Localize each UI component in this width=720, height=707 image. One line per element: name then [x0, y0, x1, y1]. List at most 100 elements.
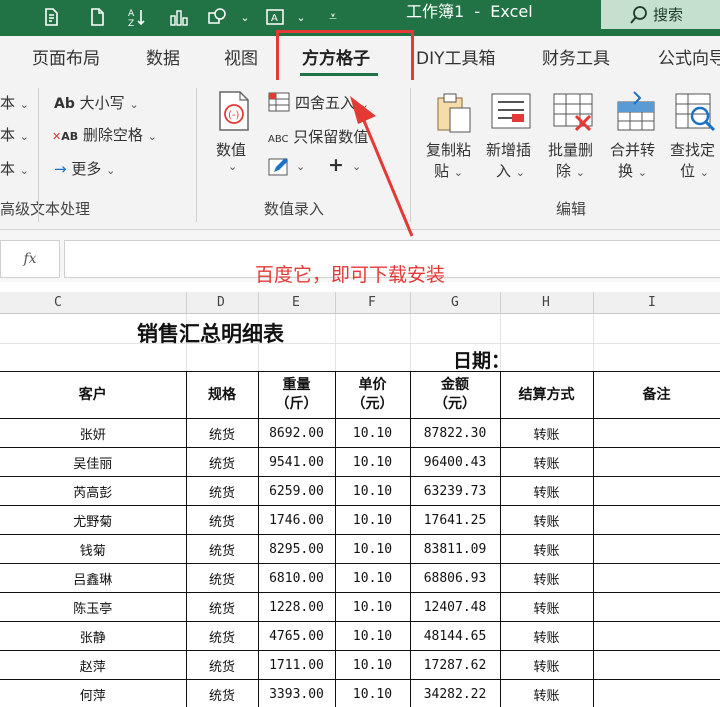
tab-formula-wizard[interactable]: 公式向导 [658, 44, 720, 69]
ribbon-item[interactable]: 本 ⌄ [0, 92, 29, 113]
table-cell[interactable]: 统货 [185, 534, 259, 564]
sort-az-icon[interactable]: AZ [126, 6, 148, 28]
numeric-button[interactable]: 数值 [216, 139, 246, 160]
header-cell[interactable]: 客户 [0, 371, 187, 419]
merge-convert-button[interactable]: 合并转 [610, 139, 655, 160]
table-cell[interactable]: 10.10 [334, 621, 411, 651]
new-doc-icon[interactable] [86, 6, 108, 28]
textbox-icon[interactable]: A [264, 6, 286, 28]
table-cell[interactable]: 转账 [499, 418, 594, 448]
header-cell[interactable]: 规格 [185, 371, 259, 419]
table-cell[interactable]: 统货 [185, 476, 259, 506]
table-cell[interactable]: 统货 [185, 621, 259, 651]
column-header[interactable]: D [217, 295, 225, 310]
table-cell[interactable] [592, 650, 720, 680]
chart-icon[interactable] [168, 6, 190, 28]
table-cell[interactable]: 8692.00 [257, 418, 336, 448]
table-cell[interactable]: 张静 [0, 621, 187, 651]
header-cell[interactable]: 重量 （斤） [257, 371, 336, 419]
table-cell[interactable]: 10.10 [334, 534, 411, 564]
table-cell[interactable]: 10.10 [334, 505, 411, 535]
copy-paste-button[interactable]: 复制粘 [426, 139, 471, 160]
table-cell[interactable]: 17641.25 [409, 505, 501, 535]
table-cell[interactable] [592, 505, 720, 535]
header-cell[interactable]: 单价 （元） [334, 371, 411, 419]
table-cell[interactable]: 尤野菊 [0, 505, 187, 535]
table-cell[interactable]: 12407.48 [409, 592, 501, 622]
column-header[interactable]: E [292, 295, 300, 310]
table-cell[interactable]: 83811.09 [409, 534, 501, 564]
table-cell[interactable]: 统货 [185, 592, 259, 622]
batch-delete-button-line2[interactable]: 除 ⌄ [556, 160, 585, 181]
table-cell[interactable]: 转账 [499, 650, 594, 680]
table-cell[interactable]: 统货 [185, 679, 259, 707]
table-cell[interactable] [592, 592, 720, 622]
copy-paste-button-line2[interactable]: 贴 ⌄ [434, 160, 463, 181]
table-cell[interactable]: 63239.73 [409, 476, 501, 506]
remove-space-button[interactable]: ✕AB 删除空格 ⌄ [52, 124, 157, 145]
table-cell[interactable]: 吴佳丽 [0, 447, 187, 477]
table-cell[interactable]: 钱菊 [0, 534, 187, 564]
header-cell[interactable]: 结算方式 [499, 371, 594, 419]
case-button[interactable]: Ab 大小写 ⌄ [54, 92, 139, 113]
table-cell[interactable] [592, 447, 720, 477]
fx-button[interactable]: fx [0, 240, 60, 278]
table-cell[interactable] [592, 418, 720, 448]
table-cell[interactable]: 统货 [185, 650, 259, 680]
table-cell[interactable]: 转账 [499, 679, 594, 707]
insert-button[interactable]: 新增插 [486, 139, 531, 160]
table-cell[interactable]: 10.10 [334, 650, 411, 680]
table-cell[interactable]: 4765.00 [257, 621, 336, 651]
table-cell[interactable]: 1228.00 [257, 592, 336, 622]
table-cell[interactable]: 张妍 [0, 418, 187, 448]
table-cell[interactable]: 10.10 [334, 679, 411, 707]
table-cell[interactable] [592, 621, 720, 651]
table-cell[interactable]: 统货 [185, 447, 259, 477]
tab-data[interactable]: 数据 [146, 44, 180, 69]
table-cell[interactable]: 8295.00 [257, 534, 336, 564]
table-cell[interactable]: 96400.43 [409, 447, 501, 477]
header-cell[interactable]: 金额 （元） [409, 371, 501, 419]
table-cell[interactable]: 芮高彭 [0, 476, 187, 506]
find-locate-button[interactable]: 查找定 [670, 139, 715, 160]
table-cell[interactable]: 转账 [499, 534, 594, 564]
table-cell[interactable]: 转账 [499, 447, 594, 477]
tab-diy-toolbox[interactable]: DIY工具箱 [416, 44, 496, 69]
table-cell[interactable]: 34282.22 [409, 679, 501, 707]
shapes-icon[interactable] [206, 6, 228, 28]
more-icon[interactable]: ⩡ [322, 6, 344, 28]
insert-button-line2[interactable]: 入 ⌄ [496, 160, 525, 181]
table-cell[interactable]: 1711.00 [257, 650, 336, 680]
table-cell[interactable]: 10.10 [334, 476, 411, 506]
chevron-down-icon[interactable]: ⌄ [228, 160, 237, 173]
search-box[interactable]: 搜索 [601, 0, 720, 29]
table-cell[interactable]: 10.10 [334, 563, 411, 593]
column-header[interactable]: C [54, 295, 62, 310]
table-cell[interactable] [592, 563, 720, 593]
ribbon-item[interactable]: 本 ⌄ [0, 124, 29, 145]
column-header[interactable]: F [368, 295, 376, 310]
table-cell[interactable]: 10.10 [334, 592, 411, 622]
column-header[interactable]: G [451, 295, 459, 310]
table-cell[interactable]: 转账 [499, 505, 594, 535]
table-cell[interactable]: 17287.62 [409, 650, 501, 680]
sheet-title[interactable]: 销售汇总明细表 [137, 318, 284, 348]
tab-finance-tools[interactable]: 财务工具 [542, 44, 610, 69]
table-cell[interactable]: 10.10 [334, 418, 411, 448]
chevron-down-icon[interactable]: ⌄ [290, 6, 312, 28]
table-cell[interactable]: 转账 [499, 476, 594, 506]
table-cell[interactable]: 统货 [185, 418, 259, 448]
table-cell[interactable]: 赵萍 [0, 650, 187, 680]
table-cell[interactable]: 87822.30 [409, 418, 501, 448]
table-cell[interactable]: 统货 [185, 563, 259, 593]
table-cell[interactable]: 10.10 [334, 447, 411, 477]
table-cell[interactable]: 1746.00 [257, 505, 336, 535]
table-cell[interactable]: 68806.93 [409, 563, 501, 593]
table-cell[interactable]: 3393.00 [257, 679, 336, 707]
table-cell[interactable]: 何萍 [0, 679, 187, 707]
merge-convert-button-line2[interactable]: 换 ⌄ [618, 160, 647, 181]
column-header[interactable]: I [648, 295, 656, 310]
table-cell[interactable] [592, 679, 720, 707]
table-cell[interactable]: 陈玉亭 [0, 592, 187, 622]
table-cell[interactable]: 6810.00 [257, 563, 336, 593]
